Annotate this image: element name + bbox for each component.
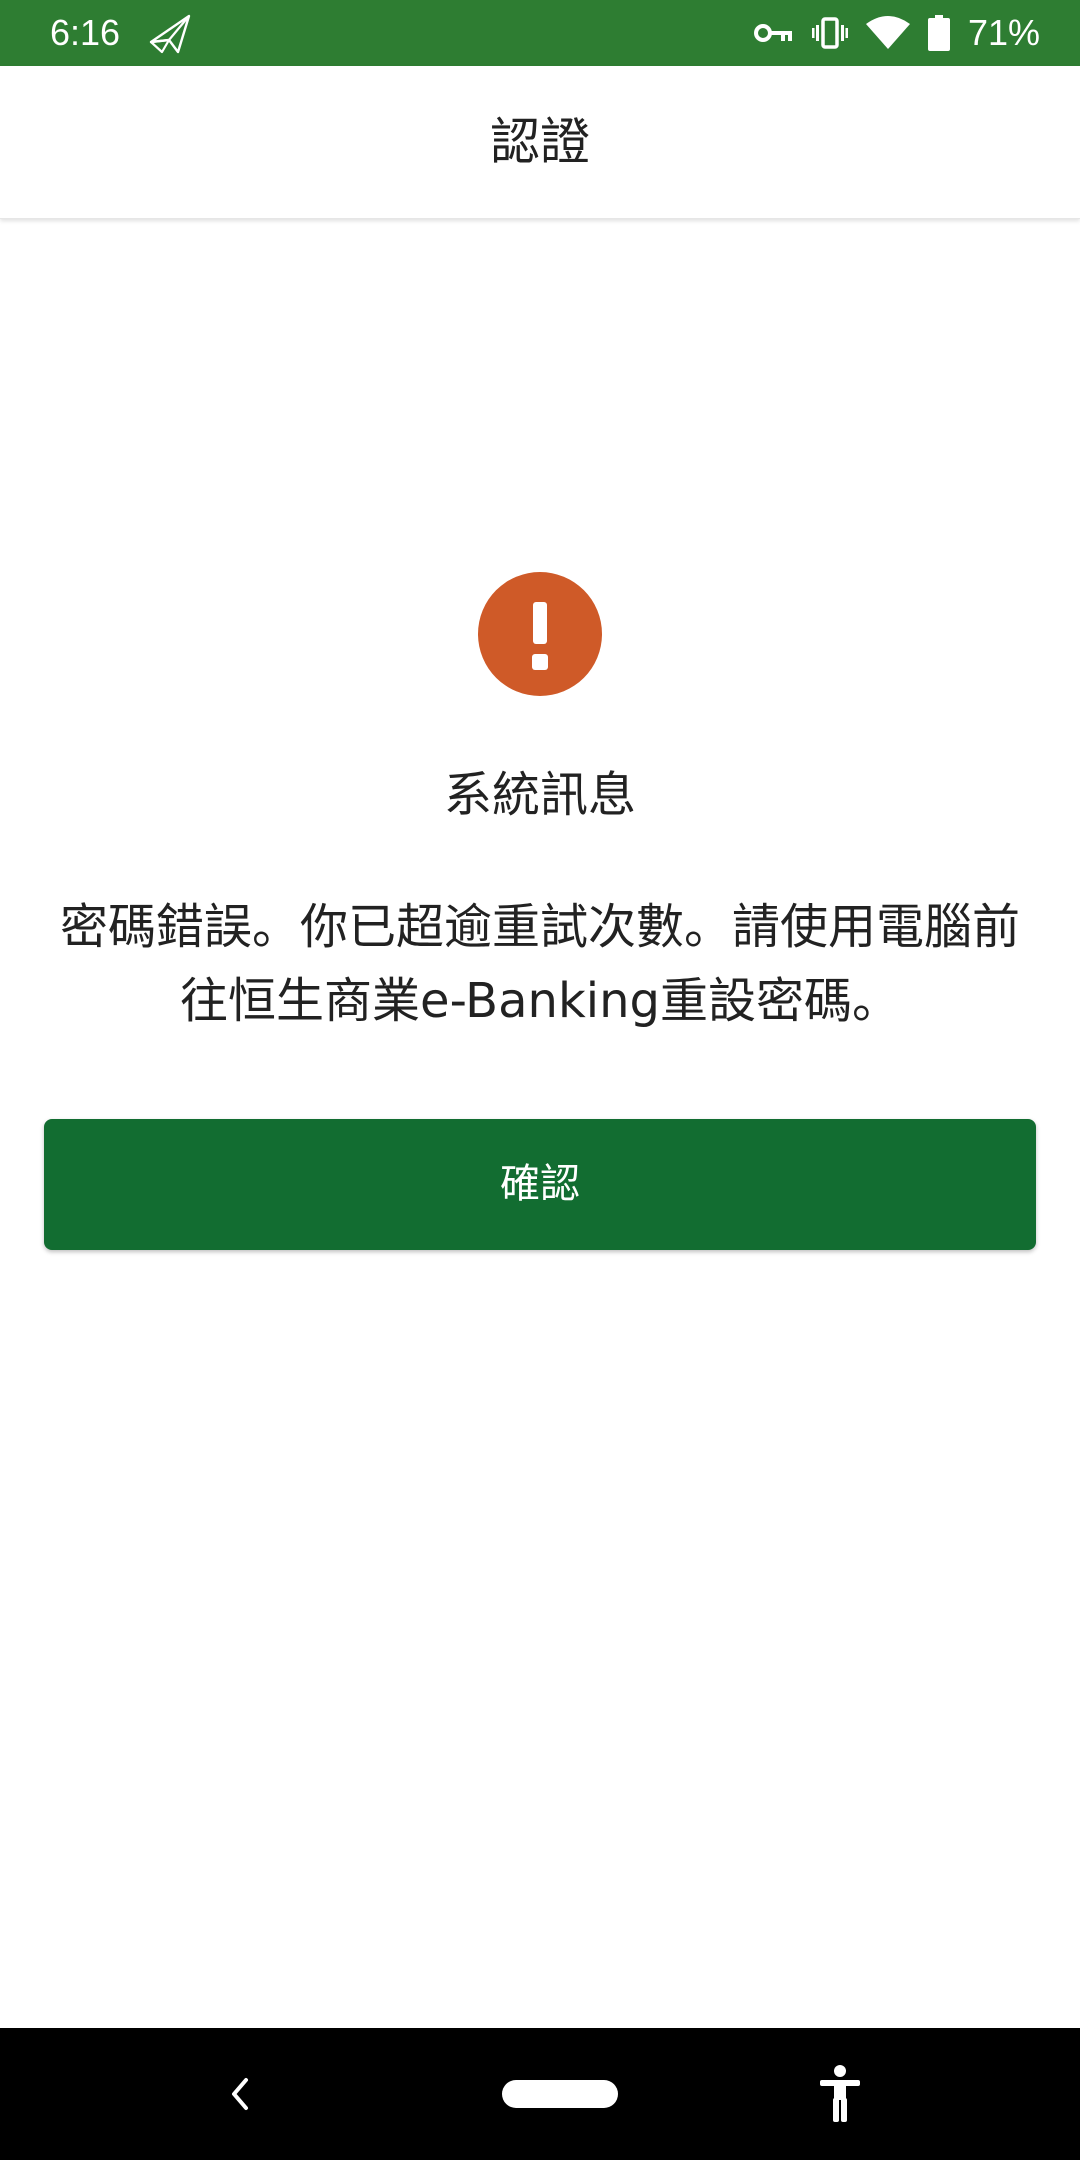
accessibility-icon[interactable] [818, 2064, 862, 2124]
page-title: 認證 [490, 113, 590, 171]
battery-icon [927, 15, 950, 51]
exclamation-icon [478, 572, 602, 696]
message-title: 系統訊息 [443, 767, 636, 823]
navigation-bar [0, 2028, 1080, 2160]
status-bar: 6:16 71% [0, 0, 1080, 66]
wifi-icon [865, 16, 910, 49]
battery-percent: 71% [967, 12, 1040, 53]
send-icon [149, 14, 191, 54]
app-bar: 認證 [0, 66, 1080, 219]
back-icon[interactable] [224, 2072, 254, 2116]
exclamation-dot [532, 654, 548, 670]
home-pill[interactable] [502, 2080, 618, 2108]
message-body: 密碼錯誤。你已超逾重試次數。請使用電腦前往恒生商業e-Banking重設密碼。 [59, 899, 1020, 1029]
exclamation-bar [533, 602, 547, 644]
key-icon [753, 24, 792, 42]
vibrate-icon [811, 17, 848, 49]
status-icons: 71% [753, 10, 1040, 56]
status-time: 6:16 [50, 12, 121, 53]
confirm-button[interactable]: 確認 [44, 1119, 1036, 1250]
